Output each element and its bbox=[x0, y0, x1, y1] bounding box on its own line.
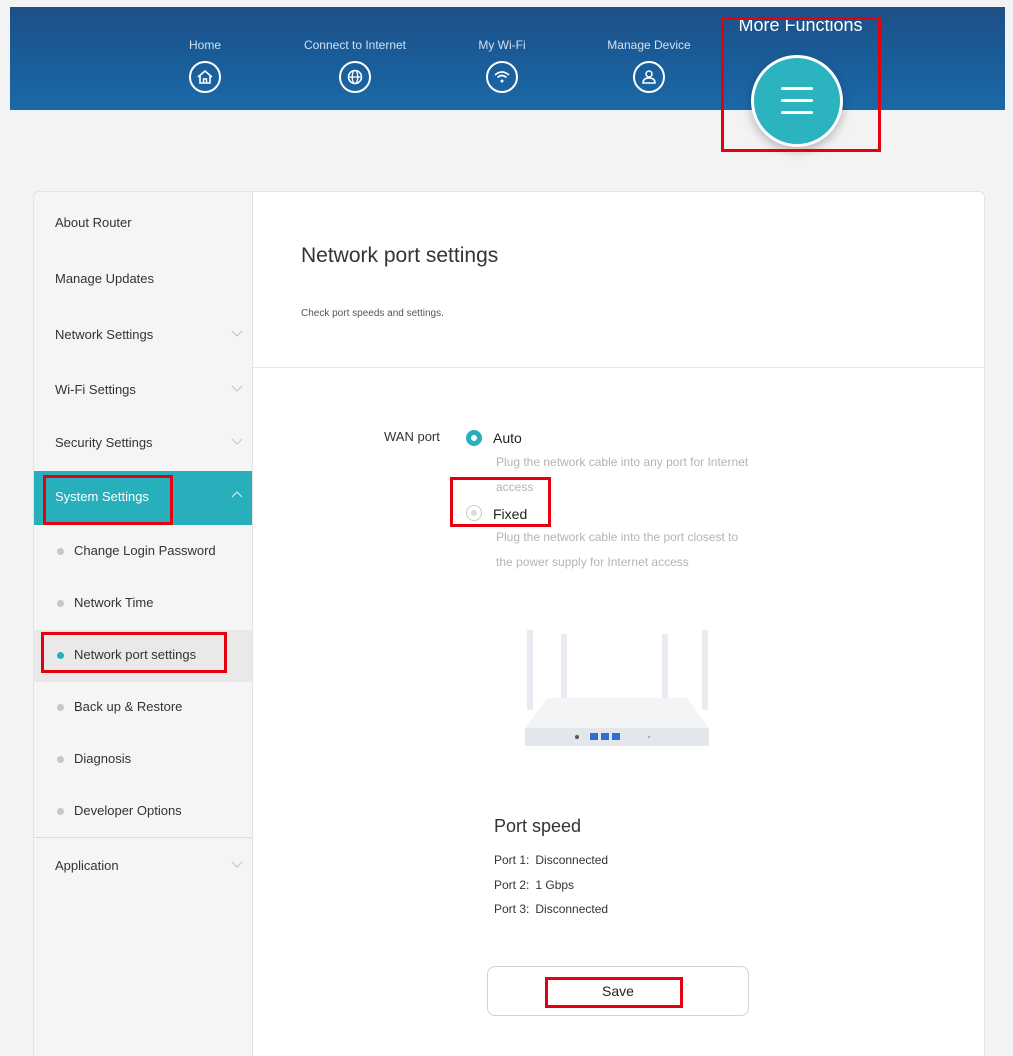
port-1-name: Port 1: bbox=[494, 853, 530, 867]
fixed-option-label[interactable]: Fixed bbox=[493, 506, 527, 522]
sidebar-item-system-settings[interactable]: System Settings bbox=[34, 471, 253, 525]
nav-wifi-label: My Wi-Fi bbox=[478, 38, 526, 52]
nav-manage-label: Manage Device bbox=[607, 38, 691, 52]
sidebar-subitem-label: Developer Options bbox=[74, 803, 182, 818]
wifi-icon bbox=[486, 61, 518, 93]
port-3-status: Disconnected bbox=[535, 902, 609, 916]
auto-desc-line1: Plug the network cable into any port for… bbox=[496, 455, 749, 469]
main-panel: Network port settings Check port speeds … bbox=[252, 191, 985, 1056]
sidebar-divider bbox=[34, 837, 253, 838]
fixed-radio[interactable] bbox=[466, 505, 482, 521]
nav-my-wifi[interactable]: My Wi-Fi bbox=[447, 7, 557, 93]
page-subtitle: Check port speeds and settings. bbox=[301, 308, 444, 319]
nav-connect-label: Connect to Internet bbox=[303, 38, 407, 52]
save-button[interactable]: Save bbox=[487, 966, 749, 1016]
sidebar-subitem-label: Back up & Restore bbox=[74, 699, 183, 714]
chevron-up-icon bbox=[231, 491, 243, 498]
sidebar-subitem-developer-options[interactable]: Developer Options bbox=[34, 786, 253, 838]
sidebar-item-label: Application bbox=[55, 858, 119, 873]
chevron-down-icon bbox=[231, 861, 243, 868]
sidebar-subitem-label: Change Login Password bbox=[74, 543, 216, 558]
sidebar-item-application[interactable]: Application bbox=[34, 840, 253, 894]
sidebar-subitem-network-port-settings[interactable]: Network port settings bbox=[34, 630, 253, 682]
sidebar: About Router Manage Updates Network Sett… bbox=[33, 191, 253, 1056]
bullet-icon bbox=[57, 548, 64, 555]
nav-manage-device[interactable]: Manage Device bbox=[594, 7, 704, 93]
sidebar-item-wifi-settings[interactable]: Wi-Fi Settings bbox=[34, 364, 253, 418]
wan-port-label: WAN port bbox=[384, 429, 440, 444]
sidebar-subitem-backup-restore[interactable]: Back up & Restore bbox=[34, 682, 253, 734]
main-divider bbox=[253, 367, 984, 368]
page-title: Network port settings bbox=[301, 244, 499, 267]
nav-home[interactable]: Home bbox=[150, 7, 260, 93]
sidebar-item-security-settings[interactable]: Security Settings bbox=[34, 417, 253, 471]
sidebar-subitem-change-login-password[interactable]: Change Login Password bbox=[34, 526, 253, 578]
chevron-down-icon bbox=[231, 330, 243, 337]
sidebar-item-label: Wi-Fi Settings bbox=[55, 382, 136, 397]
bullet-icon bbox=[57, 808, 64, 815]
sidebar-item-label: About Router bbox=[55, 215, 132, 230]
port-2-row: Port 2: 1 Gbps bbox=[494, 878, 574, 892]
port-2-name: Port 2: bbox=[494, 878, 530, 892]
chevron-down-icon bbox=[231, 385, 243, 392]
home-icon bbox=[189, 61, 221, 93]
sidebar-subitem-label: Network port settings bbox=[74, 647, 197, 662]
auto-desc-line2: access bbox=[496, 480, 534, 494]
router-illustration bbox=[525, 630, 709, 746]
fixed-desc-line1: Plug the network cable into the port clo… bbox=[496, 530, 739, 544]
port-3-name: Port 3: bbox=[494, 902, 530, 916]
sidebar-item-label: Network Settings bbox=[55, 327, 154, 342]
auto-radio[interactable] bbox=[466, 430, 482, 446]
sidebar-item-label: Security Settings bbox=[55, 435, 153, 450]
bullet-icon bbox=[57, 704, 64, 711]
bullet-icon bbox=[57, 756, 64, 763]
nav-home-label: Home bbox=[188, 38, 221, 52]
port-3-row: Port 3: Disconnected bbox=[494, 902, 608, 916]
sidebar-item-manage-updates[interactable]: Manage Updates bbox=[34, 253, 253, 307]
nav-connect-to-internet[interactable]: Connect to Internet bbox=[300, 7, 410, 93]
sidebar-item-label: Manage Updates bbox=[55, 271, 155, 286]
port-1-row: Port 1: Disconnected bbox=[494, 853, 608, 867]
fixed-desc-line2: the power supply for Internet access bbox=[496, 555, 689, 569]
more-functions-button[interactable] bbox=[751, 55, 843, 147]
globe-icon bbox=[339, 61, 371, 93]
more-functions-label: More Functions bbox=[738, 15, 863, 35]
auto-option-description: Plug the network cable into any port for… bbox=[496, 450, 748, 500]
port-2-status: 1 Gbps bbox=[535, 878, 575, 892]
sidebar-subitem-label: Diagnosis bbox=[74, 751, 132, 766]
bullet-icon bbox=[57, 600, 64, 607]
sidebar-subitem-label: Network Time bbox=[74, 595, 154, 610]
sidebar-subitem-diagnosis[interactable]: Diagnosis bbox=[34, 734, 253, 786]
fixed-option-description: Plug the network cable into the port clo… bbox=[496, 525, 738, 575]
sidebar-item-label: System Settings bbox=[55, 489, 149, 504]
port-speed-title: Port speed bbox=[494, 816, 582, 836]
user-icon bbox=[633, 61, 665, 93]
sidebar-item-network-settings[interactable]: Network Settings bbox=[34, 309, 253, 363]
auto-option-label[interactable]: Auto bbox=[493, 430, 522, 446]
sidebar-subitem-network-time[interactable]: Network Time bbox=[34, 578, 253, 630]
bullet-icon bbox=[57, 652, 64, 659]
sidebar-item-about-router[interactable]: About Router bbox=[34, 197, 253, 251]
chevron-down-icon bbox=[231, 438, 243, 445]
port-1-status: Disconnected bbox=[535, 853, 609, 867]
